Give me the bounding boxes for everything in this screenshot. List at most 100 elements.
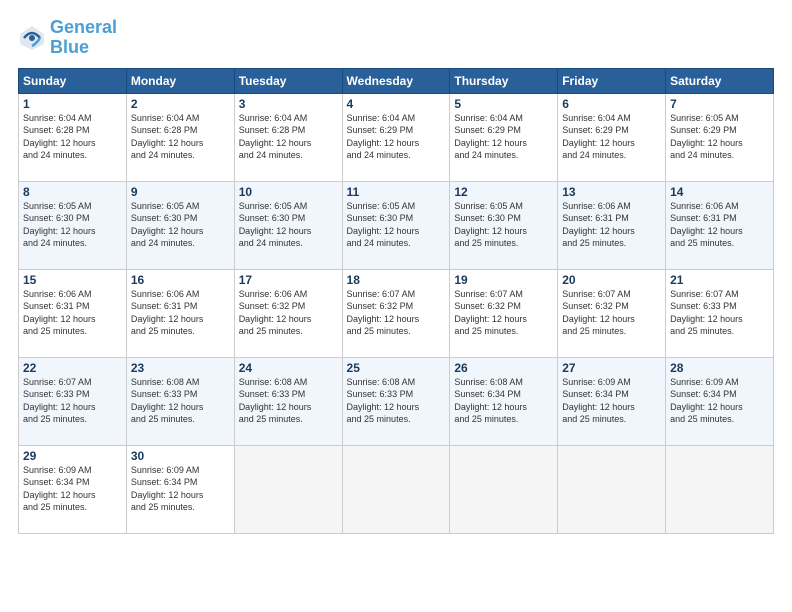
day-number: 14: [670, 185, 769, 199]
calendar-cell: 27Sunrise: 6:09 AM Sunset: 6:34 PM Dayli…: [558, 357, 666, 445]
dow-header: Wednesday: [342, 68, 450, 93]
day-info: Sunrise: 6:05 AM Sunset: 6:30 PM Dayligh…: [347, 200, 446, 250]
logo-icon: [18, 24, 46, 52]
calendar-week-row: 8Sunrise: 6:05 AM Sunset: 6:30 PM Daylig…: [19, 181, 774, 269]
day-number: 13: [562, 185, 661, 199]
day-info: Sunrise: 6:08 AM Sunset: 6:33 PM Dayligh…: [131, 376, 230, 426]
logo: General Blue: [18, 18, 117, 58]
day-info: Sunrise: 6:04 AM Sunset: 6:29 PM Dayligh…: [562, 112, 661, 162]
day-info: Sunrise: 6:05 AM Sunset: 6:30 PM Dayligh…: [454, 200, 553, 250]
day-number: 22: [23, 361, 122, 375]
day-number: 17: [239, 273, 338, 287]
day-number: 6: [562, 97, 661, 111]
day-info: Sunrise: 6:05 AM Sunset: 6:30 PM Dayligh…: [23, 200, 122, 250]
day-number: 7: [670, 97, 769, 111]
day-info: Sunrise: 6:06 AM Sunset: 6:32 PM Dayligh…: [239, 288, 338, 338]
day-number: 4: [347, 97, 446, 111]
day-number: 8: [23, 185, 122, 199]
day-number: 18: [347, 273, 446, 287]
day-info: Sunrise: 6:07 AM Sunset: 6:33 PM Dayligh…: [670, 288, 769, 338]
day-number: 29: [23, 449, 122, 463]
calendar-cell: 3Sunrise: 6:04 AM Sunset: 6:28 PM Daylig…: [234, 93, 342, 181]
day-info: Sunrise: 6:09 AM Sunset: 6:34 PM Dayligh…: [562, 376, 661, 426]
day-info: Sunrise: 6:09 AM Sunset: 6:34 PM Dayligh…: [23, 464, 122, 514]
logo-text: General Blue: [50, 18, 117, 58]
day-info: Sunrise: 6:05 AM Sunset: 6:29 PM Dayligh…: [670, 112, 769, 162]
day-number: 27: [562, 361, 661, 375]
day-info: Sunrise: 6:09 AM Sunset: 6:34 PM Dayligh…: [670, 376, 769, 426]
calendar-cell: 25Sunrise: 6:08 AM Sunset: 6:33 PM Dayli…: [342, 357, 450, 445]
calendar-cell: 13Sunrise: 6:06 AM Sunset: 6:31 PM Dayli…: [558, 181, 666, 269]
calendar-cell: [342, 445, 450, 533]
day-number: 5: [454, 97, 553, 111]
day-number: 1: [23, 97, 122, 111]
day-number: 11: [347, 185, 446, 199]
calendar-cell: 15Sunrise: 6:06 AM Sunset: 6:31 PM Dayli…: [19, 269, 127, 357]
day-info: Sunrise: 6:07 AM Sunset: 6:32 PM Dayligh…: [347, 288, 446, 338]
day-info: Sunrise: 6:08 AM Sunset: 6:33 PM Dayligh…: [347, 376, 446, 426]
calendar-cell: 6Sunrise: 6:04 AM Sunset: 6:29 PM Daylig…: [558, 93, 666, 181]
calendar-week-row: 29Sunrise: 6:09 AM Sunset: 6:34 PM Dayli…: [19, 445, 774, 533]
day-number: 12: [454, 185, 553, 199]
calendar-cell: 5Sunrise: 6:04 AM Sunset: 6:29 PM Daylig…: [450, 93, 558, 181]
day-number: 2: [131, 97, 230, 111]
dow-header: Thursday: [450, 68, 558, 93]
calendar-cell: 16Sunrise: 6:06 AM Sunset: 6:31 PM Dayli…: [126, 269, 234, 357]
calendar-week-row: 15Sunrise: 6:06 AM Sunset: 6:31 PM Dayli…: [19, 269, 774, 357]
calendar-body: 1Sunrise: 6:04 AM Sunset: 6:28 PM Daylig…: [19, 93, 774, 533]
day-info: Sunrise: 6:06 AM Sunset: 6:31 PM Dayligh…: [670, 200, 769, 250]
day-info: Sunrise: 6:07 AM Sunset: 6:32 PM Dayligh…: [562, 288, 661, 338]
calendar-cell: 12Sunrise: 6:05 AM Sunset: 6:30 PM Dayli…: [450, 181, 558, 269]
calendar: SundayMondayTuesdayWednesdayThursdayFrid…: [18, 68, 774, 534]
calendar-cell: 28Sunrise: 6:09 AM Sunset: 6:34 PM Dayli…: [666, 357, 774, 445]
day-info: Sunrise: 6:07 AM Sunset: 6:33 PM Dayligh…: [23, 376, 122, 426]
dow-header: Tuesday: [234, 68, 342, 93]
calendar-cell: 11Sunrise: 6:05 AM Sunset: 6:30 PM Dayli…: [342, 181, 450, 269]
calendar-cell: 24Sunrise: 6:08 AM Sunset: 6:33 PM Dayli…: [234, 357, 342, 445]
day-info: Sunrise: 6:04 AM Sunset: 6:29 PM Dayligh…: [347, 112, 446, 162]
day-number: 10: [239, 185, 338, 199]
calendar-cell: 7Sunrise: 6:05 AM Sunset: 6:29 PM Daylig…: [666, 93, 774, 181]
header: General Blue: [18, 18, 774, 58]
page: General Blue SundayMondayTuesdayWednesda…: [0, 0, 792, 612]
calendar-cell: 14Sunrise: 6:06 AM Sunset: 6:31 PM Dayli…: [666, 181, 774, 269]
day-info: Sunrise: 6:05 AM Sunset: 6:30 PM Dayligh…: [239, 200, 338, 250]
day-number: 3: [239, 97, 338, 111]
calendar-cell: 4Sunrise: 6:04 AM Sunset: 6:29 PM Daylig…: [342, 93, 450, 181]
day-of-week-row: SundayMondayTuesdayWednesdayThursdayFrid…: [19, 68, 774, 93]
day-info: Sunrise: 6:04 AM Sunset: 6:28 PM Dayligh…: [239, 112, 338, 162]
calendar-cell: 19Sunrise: 6:07 AM Sunset: 6:32 PM Dayli…: [450, 269, 558, 357]
dow-header: Friday: [558, 68, 666, 93]
day-info: Sunrise: 6:07 AM Sunset: 6:32 PM Dayligh…: [454, 288, 553, 338]
calendar-cell: 9Sunrise: 6:05 AM Sunset: 6:30 PM Daylig…: [126, 181, 234, 269]
calendar-cell: 1Sunrise: 6:04 AM Sunset: 6:28 PM Daylig…: [19, 93, 127, 181]
day-number: 24: [239, 361, 338, 375]
calendar-cell: 2Sunrise: 6:04 AM Sunset: 6:28 PM Daylig…: [126, 93, 234, 181]
dow-header: Sunday: [19, 68, 127, 93]
calendar-cell: [558, 445, 666, 533]
calendar-week-row: 1Sunrise: 6:04 AM Sunset: 6:28 PM Daylig…: [19, 93, 774, 181]
calendar-cell: [450, 445, 558, 533]
calendar-cell: 23Sunrise: 6:08 AM Sunset: 6:33 PM Dayli…: [126, 357, 234, 445]
day-number: 19: [454, 273, 553, 287]
day-info: Sunrise: 6:09 AM Sunset: 6:34 PM Dayligh…: [131, 464, 230, 514]
day-info: Sunrise: 6:04 AM Sunset: 6:28 PM Dayligh…: [23, 112, 122, 162]
calendar-cell: 22Sunrise: 6:07 AM Sunset: 6:33 PM Dayli…: [19, 357, 127, 445]
calendar-cell: 10Sunrise: 6:05 AM Sunset: 6:30 PM Dayli…: [234, 181, 342, 269]
calendar-cell: 29Sunrise: 6:09 AM Sunset: 6:34 PM Dayli…: [19, 445, 127, 533]
calendar-cell: 21Sunrise: 6:07 AM Sunset: 6:33 PM Dayli…: [666, 269, 774, 357]
calendar-cell: 8Sunrise: 6:05 AM Sunset: 6:30 PM Daylig…: [19, 181, 127, 269]
day-info: Sunrise: 6:06 AM Sunset: 6:31 PM Dayligh…: [23, 288, 122, 338]
dow-header: Monday: [126, 68, 234, 93]
day-number: 9: [131, 185, 230, 199]
calendar-cell: 20Sunrise: 6:07 AM Sunset: 6:32 PM Dayli…: [558, 269, 666, 357]
day-number: 26: [454, 361, 553, 375]
day-info: Sunrise: 6:04 AM Sunset: 6:29 PM Dayligh…: [454, 112, 553, 162]
day-number: 25: [347, 361, 446, 375]
day-info: Sunrise: 6:08 AM Sunset: 6:33 PM Dayligh…: [239, 376, 338, 426]
day-number: 28: [670, 361, 769, 375]
day-number: 23: [131, 361, 230, 375]
day-number: 16: [131, 273, 230, 287]
calendar-cell: [666, 445, 774, 533]
day-number: 30: [131, 449, 230, 463]
